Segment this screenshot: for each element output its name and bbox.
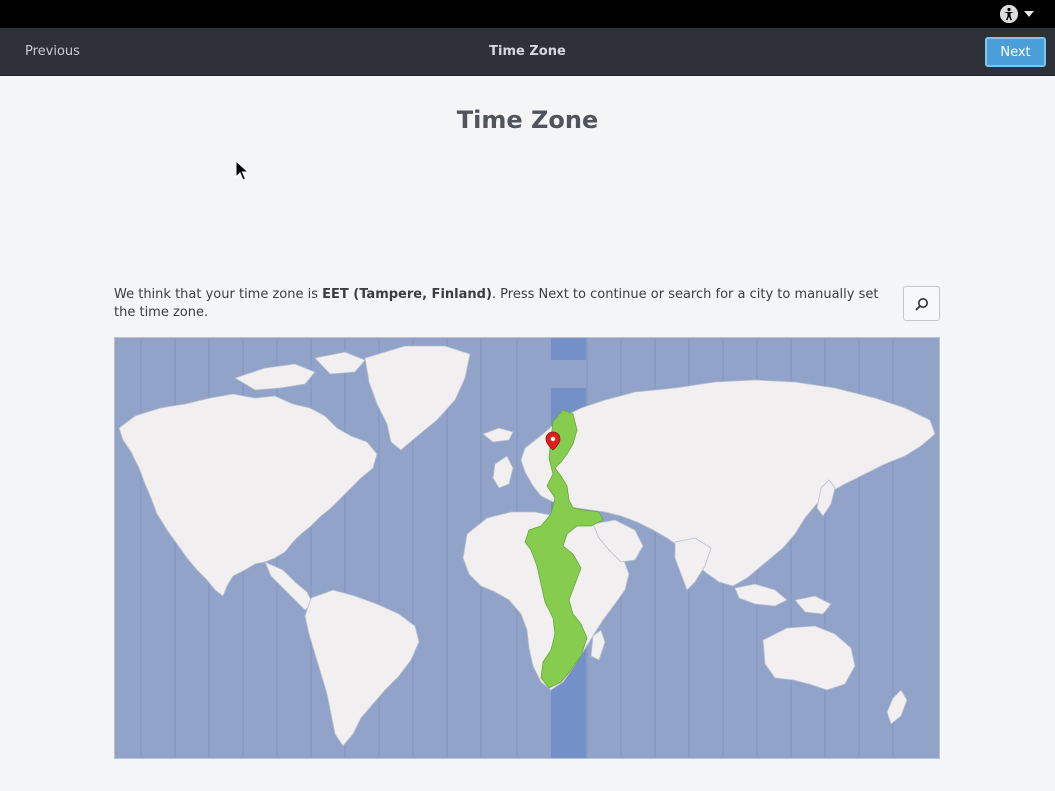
- mouse-cursor-icon: [235, 160, 249, 181]
- page-title: Time Zone: [456, 106, 599, 134]
- header-title: Time Zone: [489, 44, 566, 59]
- previous-button[interactable]: Previous: [14, 36, 91, 66]
- chevron-down-icon: [1024, 11, 1034, 17]
- search-button[interactable]: [903, 286, 940, 321]
- system-top-bar: [0, 0, 1055, 28]
- world-map[interactable]: [115, 338, 939, 758]
- description-prefix: We think that your time zone is: [114, 287, 323, 302]
- timezone-map[interactable]: [114, 337, 940, 759]
- accessibility-menu[interactable]: [1000, 4, 1040, 24]
- timezone-description: We think that your time zone is EET (Tam…: [114, 286, 884, 322]
- search-icon: [915, 297, 928, 310]
- detected-timezone: EET (Tampere, Finland): [322, 287, 492, 302]
- next-button[interactable]: Next: [985, 37, 1046, 67]
- accessibility-icon: [1000, 5, 1018, 23]
- selected-zone-band-top: [551, 338, 586, 360]
- header-bar: Previous Time Zone Next: [0, 28, 1055, 76]
